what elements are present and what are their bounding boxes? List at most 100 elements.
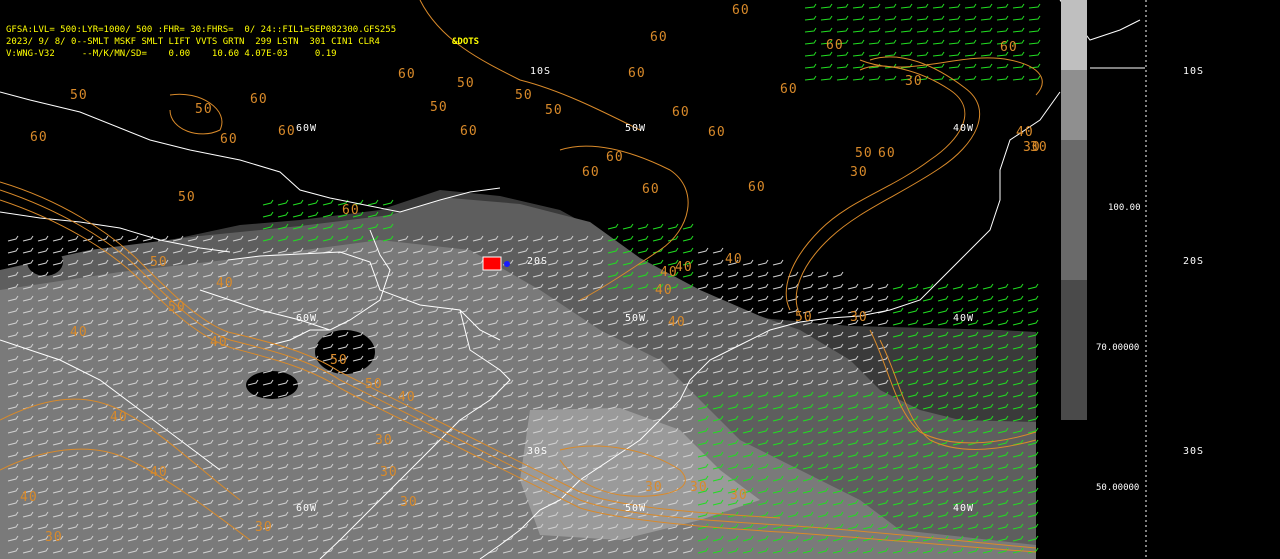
- wind-barb: [820, 75, 833, 81]
- contour-label: 60: [878, 146, 896, 161]
- colorbar-shade-3: [1061, 140, 1087, 280]
- colorbar-value: 50.00000: [1096, 483, 1140, 493]
- wind-barb: [652, 235, 664, 242]
- wind-barb: [884, 51, 897, 57]
- wind-barb: [712, 259, 724, 266]
- wind-barb: [802, 271, 814, 278]
- contour-line: [419, 0, 641, 131]
- contour-label: 50: [795, 310, 813, 325]
- contour-label: 30: [905, 74, 923, 89]
- wind-barb: [852, 3, 865, 9]
- contour-label: 30: [1023, 140, 1041, 155]
- contour-label: 40: [150, 465, 168, 480]
- lon-label-40w: 40W: [953, 313, 975, 324]
- colorbar-shade-2: [1061, 70, 1087, 140]
- wind-barb: [948, 15, 961, 21]
- wind-barb: [1012, 75, 1025, 81]
- wind-barb: [1012, 307, 1024, 314]
- contour-label: 50: [70, 88, 88, 103]
- location-marker[interactable]: [482, 256, 502, 271]
- header-line-1: GFSA:LVL= 500:LYR=1000/ 500 :FHR= 30:FHR…: [6, 25, 397, 35]
- wind-barb: [1012, 15, 1025, 21]
- wind-barb: [900, 15, 913, 21]
- contour-label: 40: [725, 252, 743, 267]
- contour-label: 50: [150, 255, 168, 270]
- wind-barb: [868, 39, 881, 45]
- contour-label: 60: [398, 67, 416, 82]
- colorbar-shade-4: [1061, 280, 1087, 420]
- wind-barb: [868, 75, 881, 81]
- wind-barb: [262, 199, 274, 206]
- wind-barb: [622, 223, 634, 230]
- wind-barb: [667, 247, 679, 254]
- contour-label: 40: [216, 276, 234, 291]
- location-marker-dot: [504, 261, 510, 267]
- wind-barb: [742, 259, 754, 266]
- wind-barb: [982, 319, 994, 326]
- contour-line: [785, 65, 966, 311]
- map-canvas[interactable]: [0, 0, 1280, 559]
- contour-label: 60: [672, 105, 690, 120]
- wind-barb: [964, 51, 977, 57]
- wind-barb: [832, 271, 844, 278]
- wind-barb: [852, 75, 865, 81]
- contour-label: 40: [1016, 125, 1034, 140]
- wind-barb: [832, 319, 844, 326]
- wind-barb: [787, 283, 799, 290]
- wind-barb: [916, 51, 929, 57]
- wind-barb: [847, 283, 859, 290]
- contour-label: 30: [45, 530, 63, 545]
- wind-barb: [712, 283, 724, 290]
- contour-label: 30: [380, 465, 398, 480]
- wind-barb: [772, 307, 784, 314]
- wind-barb: [967, 295, 979, 302]
- wind-barb: [1028, 27, 1041, 33]
- wind-barb: [727, 283, 739, 290]
- dots-label: &DOTS: [452, 37, 480, 47]
- contour-label: 50: [430, 100, 448, 115]
- lon-label-60w: 60W: [296, 123, 318, 134]
- wind-barb: [52, 235, 64, 242]
- wind-barb: [1028, 39, 1041, 45]
- wind-barb: [820, 27, 833, 33]
- contour-label: 50: [545, 103, 563, 118]
- contour-label: 60: [582, 165, 600, 180]
- wind-barb: [900, 39, 913, 45]
- wind-barb: [804, 15, 817, 21]
- wind-barb: [997, 319, 1009, 326]
- wind-barb: [22, 235, 34, 242]
- wind-barb: [67, 247, 79, 254]
- wind-barb: [307, 211, 319, 218]
- wind-barb: [997, 283, 1009, 290]
- wind-barb: [937, 307, 949, 314]
- wind-barb: [836, 15, 849, 21]
- contour-label: 60: [250, 92, 268, 107]
- wind-barb: [868, 27, 881, 33]
- wind-barb: [1012, 27, 1025, 33]
- wind-barb: [804, 39, 817, 45]
- header-line-3: V:WNG-V32 --M/K/MN/SD= 0.00 10.60 4.07E-…: [6, 49, 337, 59]
- wind-barb: [742, 283, 754, 290]
- wind-barb: [1028, 15, 1041, 21]
- wind-barb: [884, 39, 897, 45]
- wind-barb: [772, 295, 784, 302]
- wind-barb: [907, 319, 919, 326]
- wind-barb: [877, 295, 889, 302]
- wind-barb: [292, 199, 304, 206]
- wind-barb: [868, 15, 881, 21]
- contour-label: 60: [1000, 40, 1018, 55]
- lat-label-30s: 30S: [527, 446, 549, 457]
- wind-barb: [868, 3, 881, 9]
- wind-barb: [948, 27, 961, 33]
- wind-barb: [836, 3, 849, 9]
- wind-barb: [802, 295, 814, 302]
- wind-barb: [982, 307, 994, 314]
- wind-barb: [996, 3, 1009, 9]
- wind-barb: [892, 283, 904, 290]
- wind-barb: [862, 295, 874, 302]
- wind-barb: [868, 51, 881, 57]
- wind-barb: [757, 307, 769, 314]
- contour-label: 50: [365, 377, 383, 392]
- wind-barb: [757, 295, 769, 302]
- wind-barb: [727, 295, 739, 302]
